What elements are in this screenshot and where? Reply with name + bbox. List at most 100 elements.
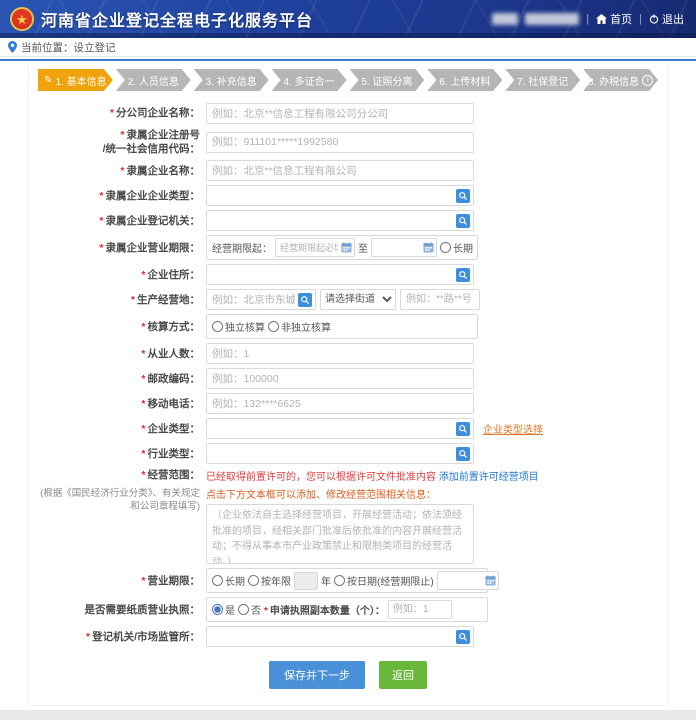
field-row-business-scope: *经营范围： (根据《国民经济行业分类》、有关规定和公司章程填写) 已经取得前置…	[38, 468, 658, 564]
parent-company-type-picker	[206, 185, 474, 206]
step-tab-supplementary-info[interactable]: 3. 补充信息	[194, 69, 269, 91]
field-row-employees: *从业人数：	[38, 343, 658, 364]
top-bar: ★ 河南省企业登记全程电子化服务平台 | 首页 | 退出	[0, 0, 696, 38]
field-label: *营业期限：	[38, 574, 206, 588]
calendar-icon[interactable]	[423, 242, 434, 253]
required-star: *	[141, 398, 145, 410]
parent-registry-input[interactable]	[206, 210, 474, 231]
to-label: 至	[358, 240, 368, 255]
radio-parent-term-long[interactable]: 长期	[440, 240, 473, 255]
field-label: *行业类型：	[38, 447, 206, 461]
national-emblem-icon: ★	[10, 7, 34, 31]
license-copies-input[interactable]	[388, 600, 452, 619]
field-row-mobile: *移动电话：	[38, 393, 658, 414]
picker-search-icon[interactable]	[456, 268, 470, 282]
chevron-circle-icon[interactable]: ›	[642, 75, 653, 86]
field-row-address: *企业住所：	[38, 264, 658, 285]
logout-link[interactable]: 退出	[649, 11, 684, 27]
parent-term-group: 经营期限起： 至 长期	[206, 235, 478, 260]
radio-input[interactable]	[238, 604, 249, 615]
radio-term-long[interactable]: 长期	[212, 573, 245, 588]
step-tab-tax-info[interactable]: 8. 办税信息 ›	[583, 69, 658, 91]
calendar-icon[interactable]	[341, 242, 352, 253]
back-button[interactable]: 返回	[379, 661, 427, 689]
address-input[interactable]	[206, 264, 474, 285]
field-label: *生产经营地：	[38, 293, 206, 307]
field-row-company-type: *企业类型： 企业类型选择	[38, 418, 658, 439]
parent-registry-picker	[206, 210, 474, 231]
top-bar-right: | 首页 | 退出	[492, 11, 684, 27]
employees-input[interactable]	[206, 343, 474, 364]
year-unit-label: 年	[321, 573, 331, 588]
breadcrumb-text: 当前位置：设立登记	[21, 40, 116, 55]
company-type-input[interactable]	[206, 418, 474, 439]
required-star: *	[86, 631, 90, 643]
step-tab-upload-materials[interactable]: 6. 上传材料	[427, 69, 502, 91]
step-tab-multi-cert[interactable]: 4. 多证合一	[272, 69, 347, 91]
branch-name-input[interactable]	[206, 103, 474, 124]
picker-search-icon[interactable]	[456, 214, 470, 228]
step-tab-personnel-info[interactable]: 2. 人员信息	[116, 69, 191, 91]
add-licensed-items-link[interactable]: 添加前置许可经营项目	[439, 472, 539, 483]
home-link[interactable]: 首页	[596, 11, 632, 27]
field-label: *隶属企业营业期限：	[38, 241, 206, 255]
registry-office-picker	[206, 626, 474, 647]
radio-independent-accounting[interactable]: 独立核算	[212, 319, 265, 334]
picker-search-icon[interactable]	[456, 447, 470, 461]
step-navigation: ✎ 1. 基本信息 2. 人员信息 3. 补充信息 4. 多证合一 5. 证照分…	[38, 69, 658, 91]
industry-type-input[interactable]	[206, 443, 474, 464]
picker-search-icon[interactable]	[456, 189, 470, 203]
page-title: 河南省企业登记全程电子化服务平台	[41, 7, 313, 31]
postcode-input[interactable]	[206, 368, 474, 389]
radio-term-by-years[interactable]: 按年限	[248, 573, 291, 588]
picker-search-icon[interactable]	[456, 630, 470, 644]
radio-input[interactable]	[212, 321, 223, 332]
power-icon	[649, 14, 659, 24]
field-row-registry-office: *登记机关/市场监管所：	[38, 626, 658, 647]
radio-input[interactable]	[248, 575, 259, 586]
parent-name-input[interactable]	[206, 160, 474, 181]
radio-input[interactable]	[212, 604, 223, 615]
company-type-select-link[interactable]: 企业类型选择	[483, 421, 543, 436]
parent-company-type-input[interactable]	[206, 185, 474, 206]
field-row-parent-code: *隶属企业注册号 /统一社会信用代码：	[38, 128, 658, 156]
calendar-icon[interactable]	[485, 575, 496, 586]
copies-label: *申请执照副本数量（个）：	[264, 602, 385, 617]
registry-office-input[interactable]	[206, 626, 474, 647]
step-tab-social-security[interactable]: 7. 社保登记	[505, 69, 580, 91]
term-start-date	[275, 238, 355, 257]
save-next-button[interactable]: 保存并下一步	[269, 661, 365, 689]
parent-code-input[interactable]	[206, 132, 474, 153]
radio-input[interactable]	[334, 575, 345, 586]
street-detail-input[interactable]	[400, 289, 480, 310]
pencil-icon: ✎	[44, 75, 52, 86]
picker-search-icon[interactable]	[298, 293, 312, 307]
field-label: *登记机关/市场监管所：	[38, 630, 206, 644]
business-scope-textarea[interactable]	[206, 504, 474, 564]
field-label: *移动电话：	[38, 397, 206, 411]
address-picker	[206, 264, 474, 285]
radio-input[interactable]	[212, 575, 223, 586]
required-star: *	[141, 423, 145, 435]
field-label: *经营范围： (根据《国民经济行业分类》、有关规定和公司章程填写)	[38, 468, 206, 513]
radio-term-by-date[interactable]: 按日期(经营期限止)	[334, 573, 434, 588]
field-row-parent-company-type: *隶属企业企业类型：	[38, 185, 658, 206]
radio-input[interactable]	[268, 321, 279, 332]
term-end-date	[371, 238, 437, 257]
radio-non-independent-accounting[interactable]: 非独立核算	[268, 319, 331, 334]
step-tab-basic-info[interactable]: ✎ 1. 基本信息	[38, 69, 113, 91]
radio-input[interactable]	[440, 242, 451, 253]
term-years-input[interactable]	[294, 572, 318, 590]
required-star: *	[99, 190, 103, 202]
field-row-branch-name: *分公司企业名称：	[38, 103, 658, 124]
street-select[interactable]: 请选择街道	[320, 289, 396, 310]
company-type-picker	[206, 418, 474, 439]
picker-search-icon[interactable]	[456, 422, 470, 436]
field-row-operation-place: *生产经营地： 请选择街道	[38, 289, 658, 310]
field-label: 是否需要纸质营业执照：	[38, 603, 206, 617]
radio-paper-yes[interactable]: 是	[212, 602, 235, 617]
required-star: *	[141, 469, 145, 481]
step-tab-cert-separation[interactable]: 5. 证照分离	[350, 69, 425, 91]
radio-paper-no[interactable]: 否	[238, 602, 261, 617]
mobile-input[interactable]	[206, 393, 474, 414]
